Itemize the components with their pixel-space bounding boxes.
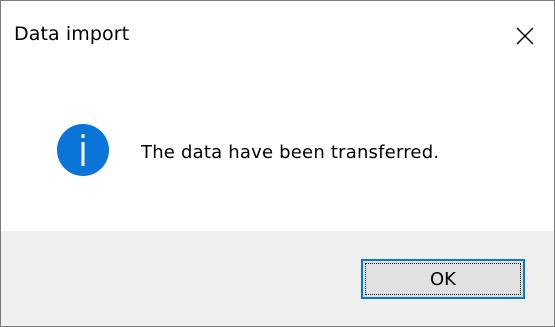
button-bar: OK [1, 231, 554, 326]
ok-button-label: OK [430, 268, 456, 290]
ok-button[interactable]: OK [361, 259, 525, 299]
info-icon [57, 124, 109, 176]
title-bar: Data import [1, 1, 554, 74]
close-button[interactable] [504, 17, 546, 55]
dialog-title: Data import [14, 23, 130, 45]
close-icon [516, 27, 534, 45]
dialog-content: The data have been transferred. [1, 74, 554, 231]
dialog-message: The data have been transferred. [141, 142, 440, 163]
message-dialog: Data import The data have been transferr… [0, 0, 555, 327]
